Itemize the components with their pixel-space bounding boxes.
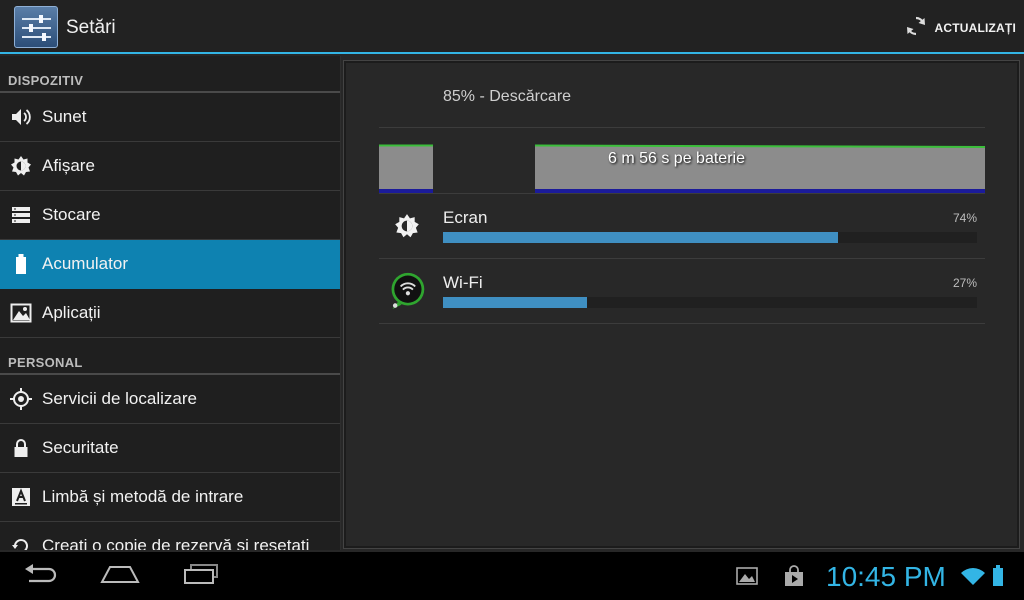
refresh-label: ACTUALIZAȚI [934, 21, 1016, 35]
brightness-icon [0, 142, 42, 191]
page-title: Setări [66, 17, 116, 38]
usage-percent: 27% [952, 276, 977, 290]
sidebar-item-label: Stocare [42, 205, 101, 224]
sidebar-item-display[interactable]: Afișare [0, 142, 341, 191]
usage-bar-fill [443, 297, 588, 308]
usage-name: Wi-Fi [443, 273, 483, 292]
usage-row-wifi[interactable]: Wi-Fi 27% [379, 259, 985, 323]
back-icon [23, 563, 59, 590]
home-icon [100, 564, 140, 589]
battery-icon [0, 240, 42, 289]
system-navigation-bar: 10:45 PM [0, 552, 1024, 600]
system-clock[interactable]: 10:45 PM [826, 561, 946, 593]
refresh-button[interactable]: ACTUALIZAȚI [904, 14, 1016, 42]
usage-bar [443, 232, 977, 243]
sidebar-item-label: Sunet [42, 107, 87, 126]
usage-percent: 74% [952, 211, 977, 225]
gallery-icon[interactable] [735, 562, 759, 590]
storage-icon [0, 191, 42, 240]
usage-bar-fill [443, 232, 839, 243]
usage-name: Ecran [443, 208, 488, 227]
back-button[interactable] [22, 562, 60, 590]
recent-apps-button[interactable] [182, 562, 220, 590]
backup-icon [0, 522, 42, 550]
graph-label: 6 m 56 s pe baterie [608, 150, 745, 167]
section-header-device: DISPOZITIV [0, 56, 341, 93]
sidebar-item-label: Acumulator [42, 254, 128, 273]
sidebar-item-battery[interactable]: Acumulator [0, 240, 341, 289]
sidebar-item-sound[interactable]: Sunet [0, 93, 341, 142]
sidebar-item-storage[interactable]: Stocare [0, 191, 341, 240]
battery-icon [990, 562, 1006, 590]
section-header-personal: PERSONAL [0, 338, 341, 375]
battery-detail-pane: 85% - Descărcare 6 m 56 s pe baterie Ecr… [343, 60, 1020, 549]
sidebar-item-label: Servicii de localizare [42, 389, 197, 408]
sidebar-item-security[interactable]: Securitate [0, 424, 341, 473]
speaker-icon [0, 93, 42, 142]
battery-status: 85% - Descărcare [443, 88, 572, 105]
refresh-icon [904, 14, 928, 43]
sidebar-item-label: Creați o copie de rezervă și resetați [42, 536, 310, 550]
apps-icon [0, 289, 42, 338]
settings-sidebar[interactable]: DISPOZITIV Sunet Afișare Stocare Acumula… [0, 56, 341, 550]
divider [379, 127, 985, 128]
keyboard-icon [0, 473, 42, 522]
sidebar-item-backup[interactable]: Creați o copie de rezervă și resetați [0, 522, 341, 550]
wifi-icon [960, 562, 986, 590]
shopping-bag-icon[interactable] [782, 562, 806, 590]
sidebar-item-label: Afișare [42, 156, 95, 175]
wifi-icon [387, 271, 427, 311]
settings-sliders-icon[interactable] [14, 6, 58, 48]
usage-row-screen[interactable]: Ecran 74% [379, 194, 985, 258]
sidebar-item-label: Limbă și metodă de intrare [42, 487, 244, 506]
sidebar-item-location[interactable]: Servicii de localizare [0, 375, 341, 424]
sidebar-item-language[interactable]: Limbă și metodă de intrare [0, 473, 341, 522]
lock-icon [0, 424, 42, 473]
action-bar: Setări ACTUALIZAȚI [0, 0, 1024, 54]
recent-apps-icon [183, 563, 219, 590]
sidebar-item-label: Aplicații [42, 303, 101, 322]
brightness-icon [387, 206, 427, 246]
usage-bar [443, 297, 977, 308]
sidebar-divider [340, 56, 341, 550]
sidebar-item-apps[interactable]: Aplicații [0, 289, 341, 338]
location-icon [0, 375, 42, 424]
home-button[interactable] [100, 562, 140, 590]
sidebar-item-label: Securitate [42, 438, 119, 457]
divider [379, 323, 985, 324]
